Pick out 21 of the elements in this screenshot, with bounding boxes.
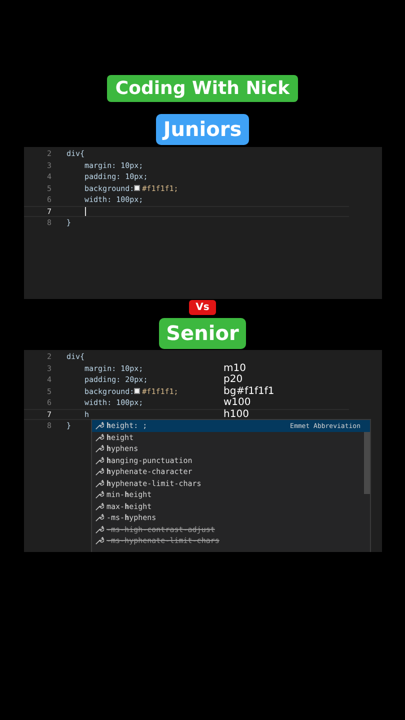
emmet-note: m10 — [224, 362, 246, 374]
wrench-icon — [94, 478, 104, 488]
emmet-note: h100 — [224, 408, 249, 420]
emmet-note: bg#f1f1f1 — [224, 386, 274, 397]
wrench-icon — [94, 432, 104, 442]
wrench-icon — [94, 467, 104, 476]
wrench-icon — [94, 536, 104, 546]
section-label: Juniors — [156, 114, 249, 145]
versus-label: Vs — [188, 300, 216, 315]
wrench-icon — [94, 502, 104, 511]
wrench-icon — [94, 524, 104, 534]
channel-title: Coding With Nick — [107, 75, 298, 102]
wrench-icon — [94, 513, 104, 522]
wrench-icon — [94, 456, 104, 465]
scrollbar[interactable] — [364, 432, 370, 494]
wrench-icon — [94, 421, 104, 430]
section-label: Senior — [159, 318, 246, 349]
wrench-icon — [94, 490, 104, 500]
emmet-note: w100 — [224, 397, 251, 408]
emmet-note: p20 — [224, 374, 243, 386]
wrench-icon — [94, 444, 104, 454]
